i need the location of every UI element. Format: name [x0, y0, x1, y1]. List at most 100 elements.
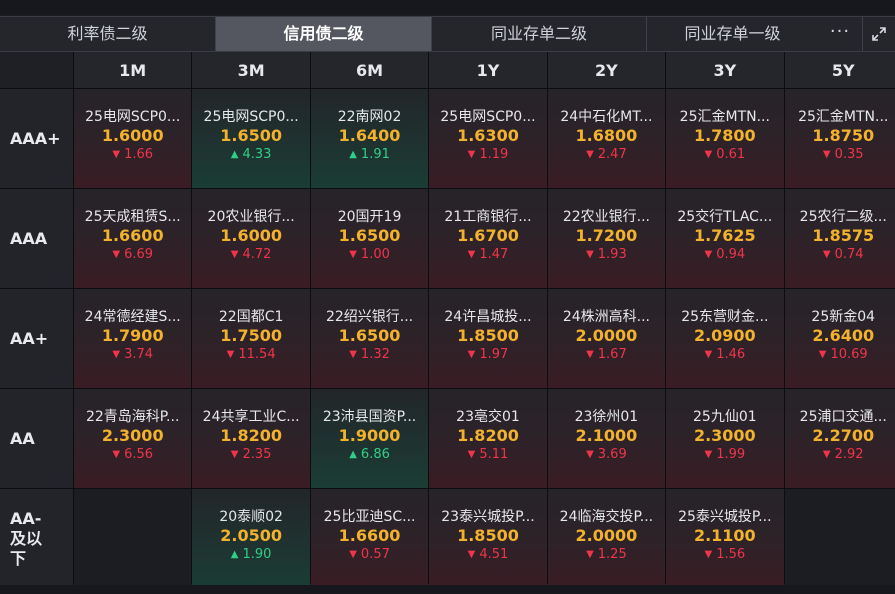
bond-cell[interactable]: 22国都C1 1.7500 ▼ 11.54: [192, 289, 310, 388]
bond-cell[interactable]: 25比亚迪SC... 1.6600 ▼ 0.57: [310, 489, 429, 588]
tab-ncd-primary[interactable]: 同业存单一级: [647, 17, 818, 51]
bond-cell[interactable]: 25汇金MTN... 1.7800 ▼ 0.61: [666, 89, 784, 188]
bond-name: 24中石化MT...: [560, 109, 653, 125]
more-button[interactable]: ···: [818, 17, 862, 51]
up-arrow-icon: ▲: [349, 449, 357, 460]
bond-cell[interactable]: 25电网SCP0... 1.6500 ▲ 4.33: [192, 89, 310, 188]
bond-cell[interactable]: 23沛县国资P... 1.9000 ▲ 6.86: [310, 389, 429, 488]
down-arrow-icon: ▼: [586, 149, 594, 160]
bond-name: 22国都C1: [218, 309, 284, 325]
column-header-1m: 1M: [74, 52, 192, 88]
change-value: 5.11: [479, 447, 509, 462]
bond-cell[interactable]: 24许昌城投... 1.8500 ▼ 1.97: [429, 289, 547, 388]
tab-credit-bond-secondary[interactable]: 信用债二级: [216, 17, 432, 51]
yield-change: ▼ 1.47: [429, 246, 546, 263]
down-arrow-icon: ▼: [112, 149, 121, 160]
yield-change: ▼ 0.94: [666, 246, 783, 263]
bond-cell[interactable]: 23亳交01 1.8200 ▼ 5.11: [429, 389, 547, 488]
yield-change: ▲ 1.90: [192, 546, 309, 563]
change-value: 6.69: [124, 247, 154, 262]
change-value: 3.74: [124, 347, 154, 362]
bond-cell[interactable]: 23徐州01 2.1000 ▼ 3.69: [547, 389, 666, 488]
change-value: 3.69: [597, 447, 627, 462]
bond-yield: 2.0900: [693, 326, 756, 345]
bond-cell[interactable]: 21工商银行... 1.6700 ▼ 1.47: [429, 189, 547, 288]
bond-yield: 2.1100: [693, 526, 756, 545]
bond-cell[interactable]: 25东营财金... 2.0900 ▼ 1.46: [666, 289, 784, 388]
down-arrow-icon: ▼: [112, 449, 121, 460]
down-arrow-icon: ▼: [586, 349, 594, 360]
yield-change: ▲ 6.86: [311, 446, 428, 463]
bond-yield: 2.6400: [812, 326, 875, 345]
change-value: 11.54: [238, 347, 276, 362]
down-arrow-icon: ▼: [822, 249, 831, 260]
bond-cell[interactable]: 23泰兴城投P... 1.8500 ▼ 4.51: [429, 489, 547, 588]
change-value: 1.56: [716, 547, 746, 562]
change-value: 1.25: [597, 547, 627, 562]
yield-change: ▼ 1.56: [666, 546, 783, 563]
bond-name: 25九仙01: [693, 409, 757, 425]
bond-cell[interactable]: 22绍兴银行... 1.6500 ▼ 1.32: [310, 289, 429, 388]
bond-yield: 1.8500: [457, 326, 519, 345]
bond-name: 24株洲高科...: [562, 309, 650, 325]
rating-label: AAA: [0, 189, 73, 288]
down-arrow-icon: ▼: [818, 349, 827, 360]
yield-change: ▼ 5.11: [429, 446, 546, 463]
yield-change: ▼ 4.51: [429, 546, 546, 563]
yield-change: ▼ 1.67: [548, 346, 665, 363]
bond-cell[interactable]: 22南网02 1.6400 ▲ 1.91: [310, 89, 429, 188]
down-arrow-icon: ▼: [230, 449, 239, 460]
expand-button[interactable]: [862, 17, 895, 51]
bond-cell[interactable]: 25泰兴城投P... 2.1100 ▼ 1.56: [666, 489, 784, 588]
down-arrow-icon: ▼: [467, 149, 476, 160]
bond-yield: 1.8750: [812, 126, 875, 145]
bond-yield: 1.8575: [812, 226, 875, 245]
bond-cell[interactable]: 20泰顺02 2.0500 ▲ 1.90: [192, 489, 310, 588]
bond-cell[interactable]: 25农行二级... 1.8575 ▼ 0.74: [784, 189, 895, 288]
column-header-3m: 3M: [192, 52, 310, 88]
bond-cell[interactable]: 24中石化MT... 1.6800 ▼ 2.47: [547, 89, 666, 188]
yield-change: ▼ 0.74: [785, 246, 895, 263]
bond-cell[interactable]: 20国开19 1.6500 ▼ 1.00: [310, 189, 429, 288]
tab-rate-bond-secondary[interactable]: 利率债二级: [0, 17, 216, 51]
bond-cell[interactable]: 24株洲高科... 2.0000 ▼ 1.67: [547, 289, 666, 388]
down-arrow-icon: ▼: [586, 549, 594, 560]
bond-name: 25浦口交通...: [799, 409, 887, 425]
bond-yield: 1.6500: [220, 126, 282, 145]
bond-name: 25农行二级...: [799, 209, 887, 225]
tab-ncd-secondary[interactable]: 同业存单二级: [432, 17, 647, 51]
yield-change: ▼ 4.72: [192, 246, 309, 263]
bond-cell[interactable]: 24临海交投P... 2.0000 ▼ 1.25: [547, 489, 666, 588]
change-value: 0.35: [834, 147, 864, 162]
down-arrow-icon: ▼: [467, 449, 476, 460]
change-value: 0.94: [716, 247, 746, 262]
matrix-corner: [0, 52, 73, 88]
yield-change: ▼ 1.99: [666, 446, 783, 463]
bond-name: 25汇金MTN...: [798, 109, 889, 125]
change-value: 0.74: [834, 247, 864, 262]
change-value: 1.99: [716, 447, 746, 462]
bond-cell[interactable]: 25电网SCP0... 1.6300 ▼ 1.19: [429, 89, 547, 188]
bond-cell[interactable]: 25天成租赁S... 1.6600 ▼ 6.69: [74, 189, 192, 288]
bond-cell[interactable]: 24共享工业C... 1.8200 ▼ 2.35: [192, 389, 310, 488]
change-value: 1.91: [360, 147, 390, 162]
bond-cell[interactable]: 25汇金MTN... 1.8750 ▼ 0.35: [784, 89, 895, 188]
bond-cell[interactable]: 22农业银行... 1.7200 ▼ 1.93: [547, 189, 666, 288]
bond-yield: 1.7500: [220, 326, 282, 345]
bond-name: 24共享工业C...: [202, 409, 300, 425]
bond-cell[interactable]: 25九仙01 2.3000 ▼ 1.99: [666, 389, 784, 488]
bond-cell[interactable]: 22青岛海科P... 2.3000 ▼ 6.56: [74, 389, 192, 488]
down-arrow-icon: ▼: [704, 249, 713, 260]
down-arrow-icon: ▼: [822, 449, 831, 460]
bond-cell[interactable]: 25新金04 2.6400 ▼ 10.69: [784, 289, 895, 388]
yield-change: ▼ 3.74: [74, 346, 191, 363]
down-arrow-icon: ▼: [467, 349, 476, 360]
bond-cell[interactable]: 25浦口交通... 2.2700 ▼ 2.92: [784, 389, 895, 488]
bond-cell[interactable]: 24常德经建S... 1.7900 ▼ 3.74: [74, 289, 192, 388]
bond-cell[interactable]: 20农业银行... 1.6000 ▼ 4.72: [192, 189, 310, 288]
bond-cell[interactable]: 25电网SCP0... 1.6000 ▼ 1.66: [74, 89, 192, 188]
bond-name: 25泰兴城投P...: [678, 509, 772, 525]
bond-name: 23泰兴城投P...: [441, 509, 535, 525]
yield-change: ▼ 6.56: [74, 446, 191, 463]
bond-cell[interactable]: 25交行TLAC... 1.7625 ▼ 0.94: [666, 189, 784, 288]
